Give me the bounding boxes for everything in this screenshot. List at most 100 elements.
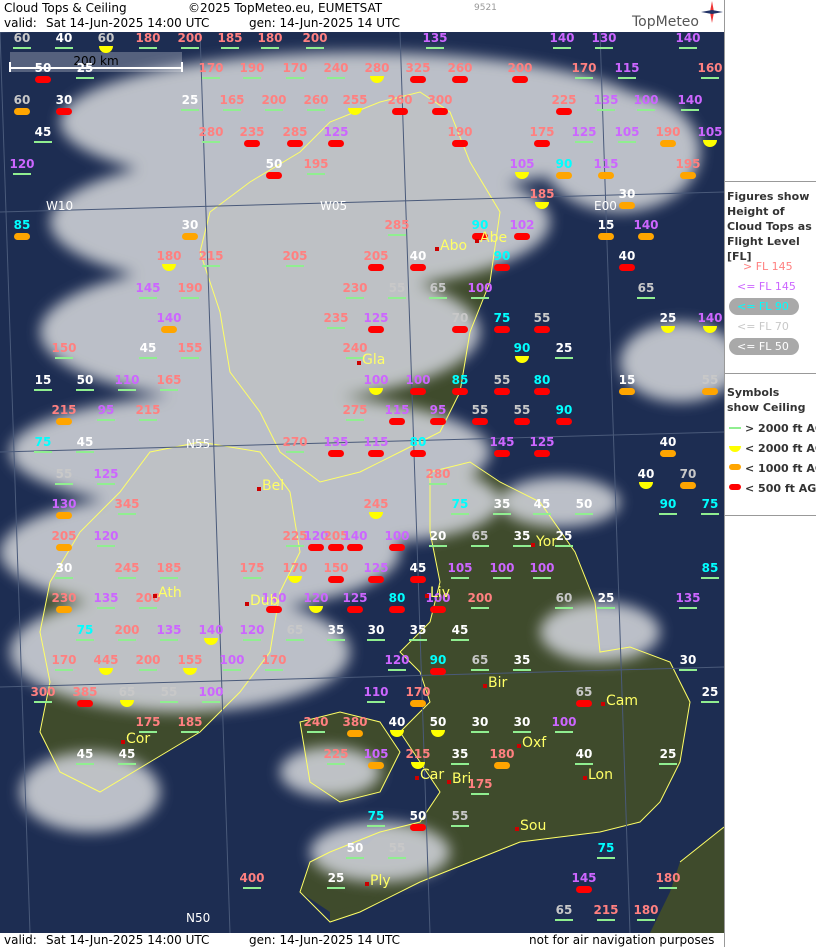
cloud-top-label: 300: [30, 685, 55, 699]
ceiling-pill-icon: [494, 450, 510, 457]
cloud-top-label: 90: [494, 249, 511, 263]
ceiling-pill-icon: [452, 326, 468, 333]
ceiling-pill-icon: [56, 544, 72, 551]
cloud-top-label: 85: [14, 218, 31, 232]
cloud-top-label: 55: [472, 403, 489, 417]
cloud-top-label: 35: [328, 623, 345, 637]
cloud-top-label: 65: [287, 623, 304, 637]
cloud-top-label: 15: [598, 218, 615, 232]
station-marker: 80: [389, 591, 405, 613]
grid-label: E00: [594, 199, 617, 213]
cloud-top-label: 30: [472, 715, 489, 729]
cloud-top-label: 80: [534, 373, 551, 387]
cloud-top-label: 75: [598, 841, 615, 855]
cloud-top-label: 120: [239, 623, 264, 637]
cloud-top-label: 102: [509, 218, 534, 232]
cloud-top-label: 50: [347, 841, 364, 855]
cloud-top-label: 120: [9, 157, 34, 171]
cloud-top-label: 25: [77, 61, 94, 75]
cloud-top-label: 300: [427, 93, 452, 107]
legend-fl-5: <= FL 50: [737, 340, 789, 353]
city-marker-icon: [257, 487, 261, 491]
cloud-top-label: 95: [98, 403, 115, 417]
cloud-top-label: 100: [489, 561, 514, 575]
cloud-top-label: 230: [51, 591, 76, 605]
cloud-top-label: 25: [660, 747, 677, 761]
cloud-top-label: 200: [507, 61, 532, 75]
cloud-top-label: 50: [430, 715, 447, 729]
cloud-top-label: 160: [697, 61, 722, 75]
city-marker-icon: [483, 684, 487, 688]
ceiling-pill-icon: [494, 326, 510, 333]
cloud-top-label: 85: [702, 561, 719, 575]
ceiling-pill-icon: [619, 202, 635, 209]
ceiling-pill-icon: [534, 140, 550, 147]
cloud-top-label: 215: [51, 403, 76, 417]
ceiling-pill-icon: [56, 418, 72, 425]
city-abe: Abe: [475, 230, 507, 246]
station-marker: 45: [410, 561, 426, 583]
city-sou: Sou: [515, 818, 546, 834]
city-lon: Lon: [583, 767, 613, 783]
cloud-top-label: 200: [135, 653, 160, 667]
ceiling-pill-icon: [328, 544, 344, 551]
cloud-top-label: 25: [556, 529, 573, 543]
cloud-top-label: 35: [494, 497, 511, 511]
cloud-top-label: 30: [619, 187, 636, 201]
station-marker: 60: [98, 32, 114, 53]
ceiling-pill-icon: [368, 264, 384, 271]
station-marker: 60: [14, 93, 30, 115]
cloud-top-label: 105: [363, 747, 388, 761]
ceiling-pill-icon: [389, 418, 405, 425]
cloud-top-label: 65: [556, 903, 573, 917]
cloud-top-label: 170: [51, 653, 76, 667]
cloud-top-label: 15: [619, 373, 636, 387]
cloud-top-label: 70: [680, 467, 697, 481]
satellite-map[interactable]: 200 km W10 W05 E00N55N50 60 40 60 180 200 185 18…: [0, 32, 724, 933]
city-label: Cam: [606, 693, 638, 709]
cloud-top-label: 260: [447, 61, 472, 75]
cloud-top-label: 120: [384, 653, 409, 667]
ceiling-pill-icon: [619, 264, 635, 271]
cloud-top-label: 30: [680, 653, 697, 667]
cloud-top-label: 100: [363, 373, 388, 387]
cloud-top-label: 25: [660, 311, 677, 325]
ceiling-pill-icon: [14, 233, 30, 240]
grid-label: W10: [46, 199, 73, 213]
cloud-top-label: 260: [303, 93, 328, 107]
ceiling-pill-icon: [514, 418, 530, 425]
cloud-top-label: 200: [114, 623, 139, 637]
cloud-top-label: 135: [323, 435, 348, 449]
cloud-top-label: 55: [534, 311, 551, 325]
cloud-top-label: 55: [452, 809, 469, 823]
ceiling-pill-icon: [494, 762, 510, 769]
ceiling-pill-icon: [328, 576, 344, 583]
cloud-top-label: 275: [342, 403, 367, 417]
cloud-top-label: 185: [217, 32, 242, 45]
cloud-top-label: 280: [425, 467, 450, 481]
cloud-top-label: 165: [219, 93, 244, 107]
city-car: Car: [415, 767, 444, 783]
cloud-top-label: 110: [114, 373, 139, 387]
station-marker: 55: [534, 311, 551, 333]
cloud-top-label: 125: [342, 591, 367, 605]
ceiling-pill-icon: [514, 233, 530, 240]
ceiling-pill-icon: [494, 264, 510, 271]
city-marker-icon: [121, 740, 125, 744]
grid-label: N55: [186, 437, 210, 451]
semicircle-symbol-icon: [729, 446, 741, 452]
cloud-top-label: 100: [529, 561, 554, 575]
cloud-top-label: 65: [638, 281, 655, 295]
city-label: Oxf: [522, 735, 547, 751]
valid-time: Sat 14-Jun-2025 14:00 UTC: [46, 16, 210, 30]
cloud-top-label: 140: [633, 218, 658, 232]
station-marker: 40: [638, 467, 654, 489]
cloud-top-label: 215: [593, 903, 618, 917]
cloud-top-label: 235: [239, 125, 264, 139]
gen-time: gen: 14-Jun-2025 14 UTC: [249, 16, 401, 30]
cloud-top-label: 140: [697, 311, 722, 325]
station-marker: 90: [514, 341, 530, 363]
cloud-top-label: 230: [342, 281, 367, 295]
cloud-top-label: 105: [614, 125, 639, 139]
cloud-top-label: 140: [675, 32, 700, 45]
